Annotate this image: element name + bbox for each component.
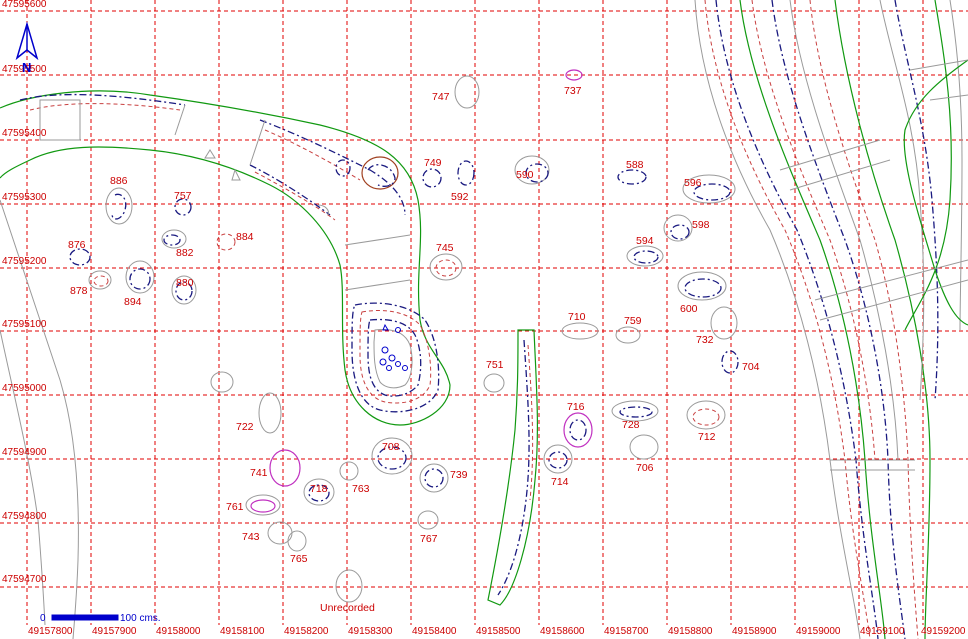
feature-labels: 747 737 749 592 590 588 596 598 594 886 …	[68, 85, 760, 614]
x-coordinate-label: 49158100	[220, 626, 265, 637]
x-coordinate-label: 49158600	[540, 626, 585, 637]
feature-label[interactable]: 714	[551, 476, 569, 488]
x-coordinate-label: 49158400	[412, 626, 457, 637]
feature-label[interactable]: 878	[70, 285, 88, 297]
feature-label[interactable]: 722	[236, 421, 254, 433]
feature-label[interactable]: 739	[450, 469, 468, 481]
x-coordinate-label: 49158000	[156, 626, 201, 637]
feature-label[interactable]: 732	[696, 334, 714, 346]
scale-bar-start: 0	[40, 613, 46, 624]
x-coordinate-label: 49157900	[92, 626, 137, 637]
x-coordinate-label: 49159200	[921, 626, 966, 637]
feature-label[interactable]: 706	[636, 462, 654, 474]
feature-label[interactable]: 763	[352, 483, 370, 495]
central-slot-feature	[487, 329, 539, 606]
feature-label[interactable]: 710	[568, 311, 586, 323]
y-coordinate-label: 47595300	[2, 192, 47, 203]
y-coordinate-label: 47594800	[2, 511, 47, 522]
feature-label[interactable]: 759	[624, 315, 642, 327]
feature-label[interactable]: 876	[68, 239, 86, 251]
feature-label[interactable]: 747	[432, 91, 450, 103]
feature-label[interactable]: 592	[451, 191, 469, 203]
feature-label[interactable]: 767	[420, 533, 438, 545]
feature-label[interactable]: 594	[636, 235, 654, 247]
feature-label[interactable]: 761	[226, 501, 244, 513]
y-coordinate-label: 47594900	[2, 447, 47, 458]
y-coordinate-label: 47594700	[2, 574, 47, 585]
feature-label[interactable]: 718	[310, 483, 328, 495]
feature-label[interactable]: 757	[174, 190, 192, 202]
feature-label[interactable]: 765	[290, 553, 308, 565]
feature-label[interactable]: 743	[242, 531, 260, 543]
enclosure-ditch	[0, 90, 451, 426]
feature-label[interactable]: 598	[692, 219, 710, 231]
scale-bar-end: 100 cms.	[120, 613, 161, 624]
y-coordinate-label: 47595100	[2, 319, 47, 330]
y-coordinate-label: 47595000	[2, 383, 47, 394]
x-coordinate-label: 49159000	[796, 626, 841, 637]
scale-bar: 0 100 cms.	[40, 613, 161, 624]
y-coordinate-labels: 47595600 47595500 47595400 47595300 4759…	[2, 0, 47, 585]
north-arrow-letter: N	[22, 60, 31, 75]
feature-label[interactable]: 886	[110, 175, 128, 187]
x-coordinate-label: 49158900	[732, 626, 777, 637]
site-plan-map[interactable]: 747 737 749 592 590 588 596 598 594 886 …	[0, 0, 968, 639]
x-coordinate-label: 49157800	[28, 626, 73, 637]
feature-label[interactable]: 716	[567, 401, 585, 413]
y-coordinate-label: 47595600	[2, 0, 47, 10]
feature-label[interactable]: Unrecorded	[320, 602, 375, 614]
x-coordinate-label: 49158500	[476, 626, 521, 637]
feature-label[interactable]: 751	[486, 359, 504, 371]
feature-label[interactable]: 884	[236, 231, 254, 243]
x-coordinate-label: 49158700	[604, 626, 649, 637]
feature-label[interactable]: 737	[564, 85, 582, 97]
feature-label[interactable]: 588	[626, 159, 644, 171]
feature-label[interactable]: 712	[698, 431, 716, 443]
feature-label[interactable]: 590	[516, 169, 534, 181]
feature-label[interactable]: 745	[436, 242, 454, 254]
feature-label[interactable]: 880	[176, 277, 194, 289]
feature-label[interactable]: 600	[680, 303, 698, 315]
x-coordinate-label: 49159100	[860, 626, 905, 637]
feature-label[interactable]: 708	[382, 441, 400, 453]
feature-label[interactable]: 749	[424, 157, 442, 169]
x-coordinate-label: 49158300	[348, 626, 393, 637]
feature-label[interactable]: 596	[684, 177, 702, 189]
x-coordinate-label: 49158200	[284, 626, 329, 637]
feature-label[interactable]: 704	[742, 361, 760, 373]
feature-label[interactable]: 894	[124, 296, 142, 308]
x-coordinate-label: 49158800	[668, 626, 713, 637]
feature-label[interactable]: 741	[250, 467, 268, 479]
feature-label[interactable]: 728	[622, 419, 640, 431]
y-coordinate-label: 47595200	[2, 256, 47, 267]
y-coordinate-label: 47595400	[2, 128, 47, 139]
east-linear-features	[694, 0, 968, 639]
feature-label[interactable]: 882	[176, 247, 194, 259]
x-coordinate-labels: 49157800 49157900 49158000 49158100 4915…	[28, 626, 966, 637]
